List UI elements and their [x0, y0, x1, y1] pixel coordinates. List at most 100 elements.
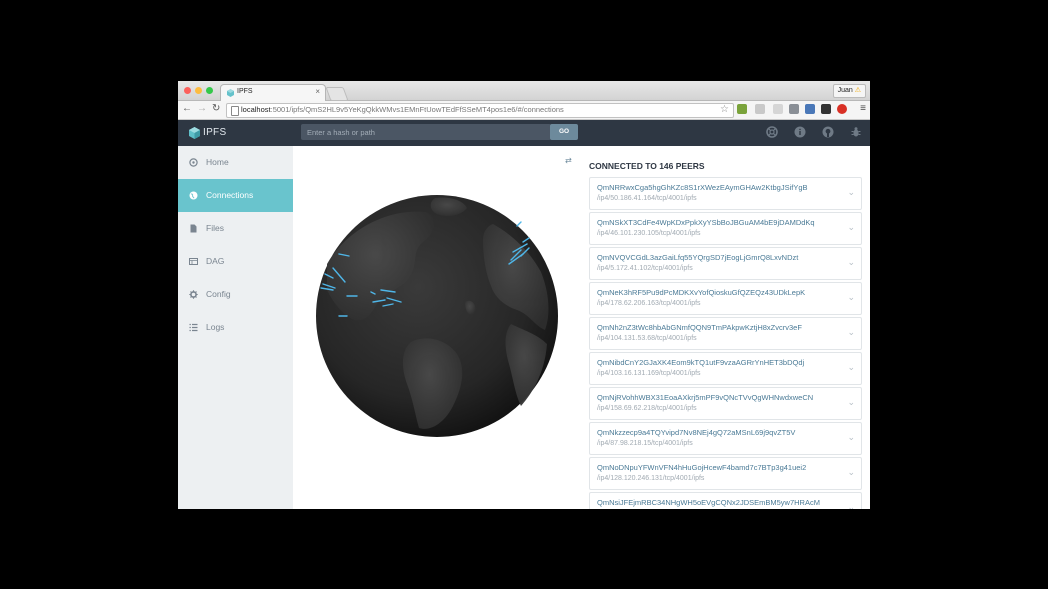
connections-panel: ⇄ CONNECTED TO 146 PEERS QmNRRwxCga5hgGh… — [293, 146, 870, 509]
peer-id: QmNeK3hRF5Pu9dPcMDKXvYofQioskuGfQZEQz43U… — [597, 288, 806, 297]
peers-count-title: CONNECTED TO 146 PEERS — [589, 161, 705, 171]
tab-close-icon[interactable]: × — [315, 87, 320, 96]
peer-id: QmNSkXT3CdFe4WpKDxPpkXyYSbBoJBGuAM4bE9jD… — [597, 218, 815, 227]
dag-icon — [189, 258, 198, 265]
url-text: localhost:5001/ipfs/QmS2HL9v5YeKgQkkWMvs… — [241, 105, 564, 114]
tab-strip: IPFS × Juan ⚠ — [178, 81, 870, 102]
chevron-down-icon: ⌄ — [847, 327, 855, 337]
sidebar-item-files[interactable]: Files — [178, 212, 293, 245]
close-window-button[interactable] — [184, 87, 191, 94]
peer-address: /ip4/128.120.246.131/tcp/4001/ipfs — [597, 475, 705, 482]
peers-globe[interactable] — [315, 194, 559, 439]
chevron-down-icon: ⌄ — [847, 187, 855, 197]
go-button[interactable]: GO — [550, 124, 578, 140]
ipfs-favicon-icon — [227, 89, 234, 97]
browser-tab[interactable]: IPFS × — [220, 84, 326, 102]
peer-item[interactable]: QmNVQVCGdL3azGaiLfq55YQrgSD7jEogLjGmrQ8L… — [589, 247, 862, 280]
warning-icon: ⚠ — [854, 87, 861, 94]
peer-item[interactable]: QmNh2nZ3tWc8hbAbGNmfQQN9TmPAkpwKztjH8xZv… — [589, 317, 862, 350]
new-tab-button[interactable] — [325, 87, 349, 101]
address-bar[interactable]: localhost:5001/ipfs/QmS2HL9v5YeKgQkkWMvs… — [226, 103, 734, 118]
profile-name: Juan — [837, 87, 853, 94]
url-path: :5001/ipfs/QmS2HL9v5YeKgQkkWMvs1EMnFtUow… — [270, 105, 564, 114]
peer-item[interactable]: QmNsiJFEjmRBC34NHgWH5oEVgCQNx2JDSEmBM5yw… — [589, 492, 862, 509]
peer-id: QmNibdCnY2GJaXK4Eom9kTQ1utF9vzaAGRrYnHET… — [597, 358, 805, 367]
chevron-down-icon: ⌄ — [847, 362, 855, 372]
forward-button[interactable]: → — [197, 103, 207, 115]
list-icon — [189, 323, 198, 332]
peer-id: QmNsiJFEjmRBC34NHgWH5oEVgCQNx2JDSEmBM5yw… — [597, 498, 820, 507]
peer-item[interactable]: QmNjRVohhWBX31EoaAXkrj5mPF9vQNcTVvQgWHNw… — [589, 387, 862, 420]
extension-icon-4[interactable] — [805, 104, 815, 114]
extension-icon-6[interactable] — [837, 104, 847, 114]
peer-item[interactable]: QmNibdCnY2GJaXK4Eom9kTQ1utF9vzaAGRrYnHET… — [589, 352, 862, 385]
help-lifebuoy-icon[interactable] — [766, 126, 778, 138]
browser-toolbar: ← → ↻ localhost:5001/ipfs/QmS2HL9v5YeKgQ… — [178, 101, 870, 120]
bookmark-star-icon[interactable]: ☆ — [720, 104, 729, 115]
peer-address: /ip4/5.172.41.102/tcp/4001/ipfs — [597, 265, 693, 272]
peer-id: QmNkzzecp9a4TQYvipd7Nv8NEj4gQ72aMSnL69j9… — [597, 428, 796, 437]
peer-item[interactable]: QmNeK3hRF5Pu9dPcMDKXvYofQioskuGfQZEQz43U… — [589, 282, 862, 315]
peer-address: /ip4/104.131.53.68/tcp/4001/ipfs — [597, 335, 697, 342]
sidebar-item-connections[interactable]: Connections — [178, 179, 293, 212]
github-icon[interactable] — [822, 126, 834, 138]
peer-address: /ip4/87.98.218.15/tcp/4001/ipfs — [597, 440, 693, 447]
extension-icon-3[interactable] — [773, 104, 783, 114]
bug-icon[interactable] — [850, 126, 862, 138]
swap-view-icon[interactable]: ⇄ — [565, 156, 572, 165]
shield-extension-icon[interactable] — [789, 104, 799, 114]
sidebar-item-home[interactable]: Home — [178, 146, 293, 179]
profile-button[interactable]: Juan ⚠ — [832, 84, 866, 98]
sidebar-item-label: Logs — [206, 322, 225, 332]
extension-icon-1[interactable] — [737, 104, 747, 114]
peer-item[interactable]: QmNRRwxCga5hgGhKZc8S1rXWezEAymGHAw2KtbgJ… — [589, 177, 862, 210]
hash-search-input[interactable] — [301, 124, 551, 140]
chevron-down-icon: ⌄ — [847, 432, 855, 442]
ipfs-header: IPFS GO — [178, 120, 870, 146]
sidebar: Home Connections Files DAG Config Logs — [178, 146, 293, 509]
peer-id: QmNRRwxCga5hgGhKZc8S1rXWezEAymGHAw2KtbgJ… — [597, 183, 808, 192]
peer-item[interactable]: QmNkzzecp9a4TQYvipd7Nv8NEj4gQ72aMSnL69j9… — [589, 422, 862, 455]
globe-icon — [189, 191, 198, 200]
chevron-down-icon: ⌄ — [847, 502, 855, 509]
peer-address: /ip4/46.101.230.105/tcp/4001/ipfs — [597, 230, 701, 237]
extension-icon-5[interactable] — [821, 104, 831, 114]
url-host: localhost — [241, 105, 271, 114]
peer-address: /ip4/103.16.131.169/tcp/4001/ipfs — [597, 370, 701, 377]
tab-title: IPFS — [237, 88, 253, 95]
back-button[interactable]: ← — [182, 103, 192, 115]
peer-id: QmNh2nZ3tWc8hbAbGNmfQQN9TmPAkpwKztjH8xZv… — [597, 323, 802, 332]
minimize-window-button[interactable] — [195, 87, 202, 94]
sidebar-item-dag[interactable]: DAG — [178, 245, 293, 278]
chevron-down-icon: ⌄ — [847, 292, 855, 302]
peer-address: /ip4/178.62.206.163/tcp/4001/ipfs — [597, 300, 701, 307]
peer-list: QmNRRwxCga5hgGhKZc8S1rXWezEAymGHAw2KtbgJ… — [589, 177, 862, 509]
peer-item[interactable]: QmNSkXT3CdFe4WpKDxPpkXyYSbBoJBGuAM4bE9jD… — [589, 212, 862, 245]
extension-icon-2[interactable] — [755, 104, 765, 114]
sidebar-item-logs[interactable]: Logs — [178, 311, 293, 344]
sidebar-item-label: Connections — [206, 190, 254, 200]
page-icon — [231, 106, 239, 116]
maximize-window-button[interactable] — [206, 87, 213, 94]
sidebar-item-label: Home — [206, 157, 229, 167]
file-icon — [190, 224, 197, 233]
chevron-down-icon: ⌄ — [847, 467, 855, 477]
sidebar-item-label: Files — [206, 223, 224, 233]
info-icon[interactable] — [794, 126, 806, 138]
gear-icon — [189, 290, 198, 299]
chevron-down-icon: ⌄ — [847, 397, 855, 407]
logo-text: IPFS — [203, 127, 227, 138]
browser-menu-icon[interactable]: ≡ — [860, 103, 866, 115]
peer-id: QmNoDNpuYFWnVFN4hHuGojHcewF4bamd7c7BTp3g… — [597, 463, 807, 472]
peer-item[interactable]: QmNoDNpuYFWnVFN4hHuGojHcewF4bamd7c7BTp3g… — [589, 457, 862, 490]
chevron-down-icon: ⌄ — [847, 222, 855, 232]
reload-button[interactable]: ↻ — [212, 103, 220, 115]
sidebar-item-label: DAG — [206, 256, 225, 266]
sidebar-item-config[interactable]: Config — [178, 278, 293, 311]
browser-window: IPFS × Juan ⚠ ← → ↻ localhost:5001/ipfs/… — [178, 81, 870, 509]
peer-id: QmNjRVohhWBX31EoaAXkrj5mPF9vQNcTVvQgWHNw… — [597, 393, 814, 402]
sidebar-item-label: Config — [206, 289, 231, 299]
peer-id: QmNVQVCGdL3azGaiLfq55YQrgSD7jEogLjGmrQ8L… — [597, 253, 799, 262]
peer-address: /ip4/158.69.62.218/tcp/4001/ipfs — [597, 405, 697, 412]
peer-address: /ip4/50.186.41.164/tcp/4001/ipfs — [597, 195, 697, 202]
